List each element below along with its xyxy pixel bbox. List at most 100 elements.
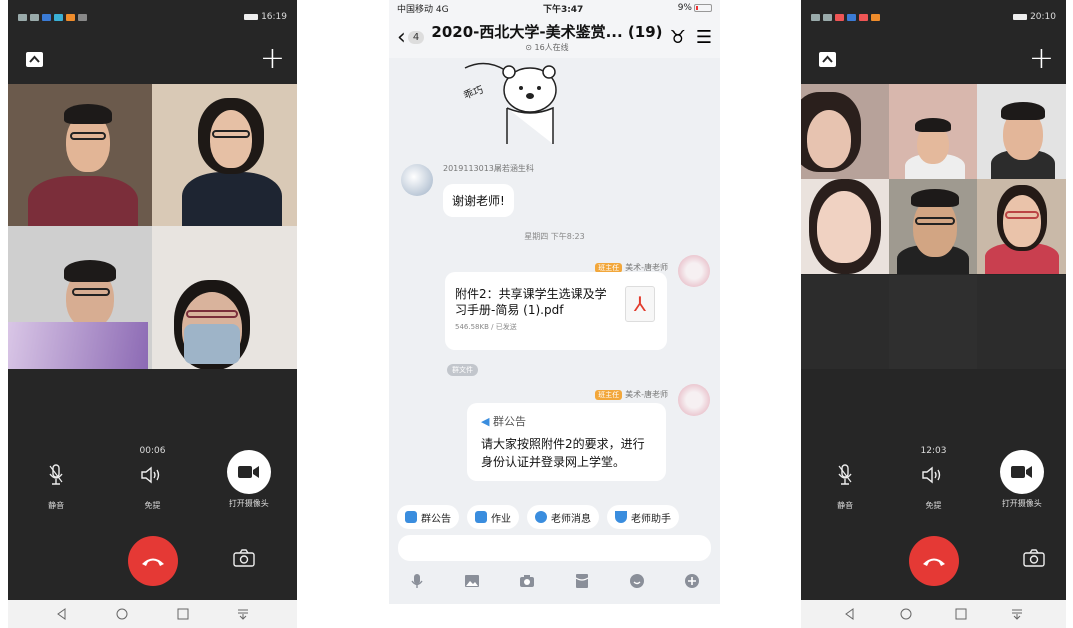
call-controls: 静音 免提 打开摄像头 (8, 450, 297, 511)
speaker-button[interactable]: 免提 (889, 462, 977, 511)
video-grid (801, 84, 1066, 369)
bear-sticker-icon (464, 62, 557, 144)
speaker-label: 免提 (144, 501, 161, 510)
video-tile-empty (889, 274, 977, 369)
mute-button[interactable]: 静音 (11, 462, 101, 511)
group-features-icon[interactable]: ♉ (670, 27, 686, 48)
video-tile[interactable] (801, 179, 889, 274)
carrier: 中国移动 4G (397, 4, 449, 15)
notice-text: 请大家按照附件2的要求，进行身份认证并登录网上学堂。 (481, 437, 645, 469)
camera-toggle-button[interactable]: 打开摄像头 (204, 450, 294, 509)
video-tile[interactable] (152, 226, 297, 369)
plus-icon[interactable] (684, 573, 700, 589)
menu-icon[interactable]: ☰ (696, 27, 712, 48)
megaphone-icon (405, 511, 417, 523)
file-name: 附件2：共享课学生选课及学习手册-简易 (1).pdf (455, 287, 607, 317)
call-top-bar: + (8, 34, 297, 84)
image-icon[interactable] (464, 573, 480, 589)
back-nav-icon[interactable] (844, 608, 856, 620)
camera-flip-icon (1023, 549, 1045, 567)
status-time: 20:10 (1030, 12, 1056, 22)
status-icons (811, 13, 880, 21)
sticker-image[interactable]: 乖巧 (455, 58, 565, 144)
quick-teacher-message-button[interactable]: 老师消息 (527, 505, 599, 529)
message-bubble[interactable]: 谢谢老师! (443, 184, 514, 217)
red-packet-icon[interactable] (574, 573, 590, 589)
home-nav-icon[interactable] (900, 608, 912, 620)
video-tile-empty (977, 274, 1066, 369)
hang-up-button[interactable] (908, 536, 959, 586)
online-count: 16人在线 (534, 43, 569, 52)
message-timestamp: 星期四 下午8:23 (524, 232, 585, 241)
video-tile[interactable] (889, 179, 977, 274)
back-nav-icon[interactable] (56, 608, 68, 620)
speaker-icon (922, 466, 941, 484)
app-icon (835, 13, 844, 21)
chat-header: ‹ 4 2020-西北大学-美术鉴赏... (19) ⊙ 16人在线 ♉ ☰ (389, 16, 720, 58)
group-file-pill[interactable]: 群文件 (447, 364, 478, 376)
hang-up-button[interactable] (127, 536, 178, 586)
voice-icon[interactable] (409, 573, 425, 589)
recents-nav-icon[interactable] (177, 608, 189, 620)
switch-camera-button[interactable] (233, 549, 255, 571)
signal-icon (30, 13, 39, 21)
microphone-icon (49, 464, 63, 485)
quick-group-notice-button[interactable]: 群公告 (397, 505, 459, 529)
video-tile[interactable] (977, 84, 1066, 179)
video-tile[interactable] (152, 84, 297, 226)
back-button[interactable]: ‹ 4 (397, 25, 425, 50)
notification-pulldown-icon[interactable] (1011, 608, 1023, 620)
teacher-avatar[interactable] (678, 384, 710, 416)
add-participant-button[interactable]: + (1029, 44, 1054, 74)
student-avatar[interactable] (401, 164, 433, 196)
quick-action-bar: 群公告 作业 老师消息 老师助手 (389, 502, 720, 532)
notice-title: 群公告 (492, 415, 526, 428)
video-grid (8, 84, 297, 369)
video-tile[interactable] (977, 179, 1066, 274)
battery-icon (1013, 14, 1028, 20)
camera-icon[interactable] (519, 573, 535, 589)
wifi-icon (42, 13, 51, 21)
megaphone-icon: ◀ (481, 415, 490, 428)
minimize-button[interactable] (26, 51, 43, 67)
video-tile[interactable] (889, 84, 977, 179)
mute-button[interactable]: 静音 (801, 462, 889, 511)
add-participant-button[interactable]: + (260, 44, 285, 74)
unread-count: 4 (407, 30, 425, 44)
quick-teacher-assistant-button[interactable]: 老师助手 (607, 505, 679, 529)
sender-name: 美术-唐老师 (625, 263, 668, 272)
notification-pulldown-icon[interactable] (237, 608, 249, 620)
notification-icon (811, 13, 820, 21)
video-tile[interactable] (8, 84, 152, 226)
phone-hangup-icon (141, 558, 164, 566)
video-tile-empty (801, 274, 889, 369)
minimize-button[interactable] (819, 51, 836, 67)
battery-icon (244, 14, 259, 20)
file-message[interactable]: 附件2：共享课学生选课及学习手册-简易 (1).pdf 546.58KB / 已… (445, 272, 667, 350)
status-bar: 20:10 (801, 0, 1066, 34)
call-controls: 静音 免提 打开摄像头 (801, 450, 1066, 511)
home-nav-icon[interactable] (116, 608, 128, 620)
document-icon (475, 511, 487, 523)
speaker-button[interactable]: 免提 (107, 462, 197, 511)
android-nav-bar (801, 600, 1066, 628)
camera-flip-icon (233, 549, 255, 567)
video-tile[interactable] (8, 226, 152, 369)
recents-nav-icon[interactable] (955, 608, 967, 620)
status-bar: 16:19 (8, 0, 297, 34)
video-tile[interactable] (801, 84, 889, 179)
battery-icon (693, 3, 712, 12)
switch-camera-button[interactable] (1023, 549, 1045, 571)
mute-label: 静音 (837, 501, 854, 510)
group-notice-card[interactable]: ◀ 群公告 请大家按照附件2的要求，进行身份认证并登录网上学堂。 (467, 403, 666, 481)
teacher-avatar[interactable] (678, 255, 710, 287)
message-input[interactable] (398, 535, 711, 561)
camera-toggle-button[interactable]: 打开摄像头 (978, 450, 1066, 509)
status-time: 下午3:47 (542, 4, 584, 15)
group-chat-screen: 中国移动 4G 下午3:47 9% ‹ 4 2020-西北大学-美术鉴赏... … (389, 0, 720, 604)
signal-icon (823, 13, 832, 21)
sender-name: 美术-唐老师 (625, 390, 668, 399)
sender-name: 2019113013屠若涵生科 (443, 164, 534, 173)
emoji-icon[interactable] (629, 573, 645, 589)
quick-homework-button[interactable]: 作业 (467, 505, 519, 529)
